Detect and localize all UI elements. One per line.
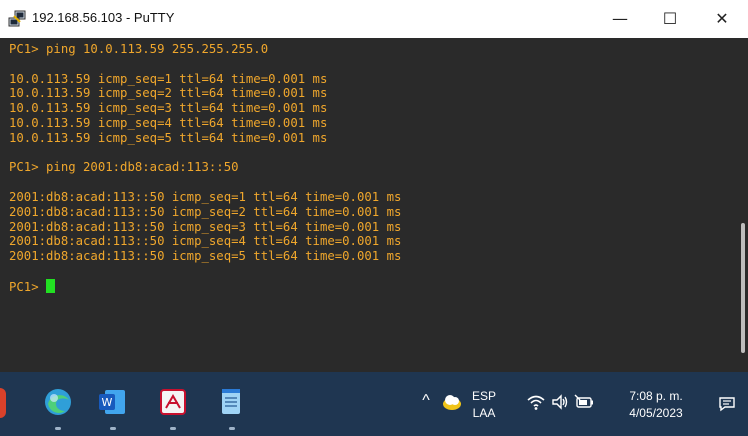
title-bar[interactable]: 192.168.56.103 - PuTTY — ☐ ✕ (0, 0, 748, 38)
taskbar-edge-item[interactable] (0, 388, 6, 418)
terminal-line: 2001:db8:acad:113::50 icmp_seq=5 ttl=64 … (9, 249, 402, 264)
terminal-line: 10.0.113.59 icmp_seq=4 ttl=64 time=0.001… (9, 115, 328, 130)
terminal-cursor (46, 278, 56, 293)
terminal-line: PC1> ping 2001:db8:acad:113::50 (9, 160, 239, 175)
taskbar-indicator (229, 427, 235, 430)
notepad-icon[interactable] (213, 384, 249, 420)
taskbar-indicator (110, 427, 116, 430)
language-code[interactable]: ESP (468, 389, 500, 403)
terminal-line: 10.0.113.59 icmp_seq=3 ttl=64 time=0.001… (9, 101, 328, 116)
close-button[interactable]: ✕ (700, 0, 744, 38)
clock-time[interactable]: 7:08 p. m. (604, 389, 708, 403)
keyboard-layout[interactable]: LAA (468, 406, 500, 420)
window-title: 192.168.56.103 - PuTTY (32, 10, 175, 25)
notification-icon[interactable] (716, 392, 738, 414)
taskbar-indicator (170, 427, 176, 430)
terminal-output: PC1> ping 10.0.113.59 255.255.255.0 10.0… (9, 42, 401, 294)
putty-icon[interactable] (8, 10, 26, 28)
maximize-button[interactable]: ☐ (648, 0, 692, 38)
wifi-icon[interactable] (526, 392, 546, 412)
cloud-icon[interactable] (440, 390, 464, 414)
acrobat-icon[interactable] (155, 384, 191, 420)
edge-icon[interactable] (40, 384, 76, 420)
terminal-line: 10.0.113.59 icmp_seq=5 ttl=64 time=0.001… (9, 130, 328, 145)
speaker-icon[interactable] (550, 392, 570, 412)
terminal-area[interactable]: PC1> ping 10.0.113.59 255.255.255.0 10.0… (0, 38, 738, 372)
clock-date[interactable]: 4/05/2023 (604, 406, 708, 420)
terminal-line: 2001:db8:acad:113::50 icmp_seq=3 ttl=64 … (9, 219, 402, 234)
terminal-scrollbar[interactable] (738, 38, 748, 372)
taskbar: W ^ ESP LAA 7:08 p. m. 4/05/2023 (0, 372, 748, 436)
tray-overflow-chevron[interactable]: ^ (418, 392, 434, 410)
terminal-line: 2001:db8:acad:113::50 icmp_seq=4 ttl=64 … (9, 234, 402, 249)
terminal-line: 2001:db8:acad:113::50 icmp_seq=1 ttl=64 … (9, 189, 402, 204)
terminal-line: 10.0.113.59 icmp_seq=2 ttl=64 time=0.001… (9, 86, 328, 101)
scrollbar-thumb[interactable] (741, 223, 745, 353)
minimize-button[interactable]: — (598, 0, 642, 38)
terminal-line: 10.0.113.59 icmp_seq=1 ttl=64 time=0.001… (9, 71, 328, 86)
taskbar-indicator (55, 427, 61, 430)
terminal-line: PC1> ping 10.0.113.59 255.255.255.0 (9, 42, 269, 56)
terminal-prompt-line[interactable]: PC1> (9, 278, 401, 294)
battery-icon[interactable] (574, 392, 596, 412)
terminal-prompt: PC1> (9, 279, 47, 294)
svg-text:W: W (102, 396, 113, 409)
word-icon[interactable]: W (95, 384, 131, 420)
terminal-line: 2001:db8:acad:113::50 icmp_seq=2 ttl=64 … (9, 204, 402, 219)
